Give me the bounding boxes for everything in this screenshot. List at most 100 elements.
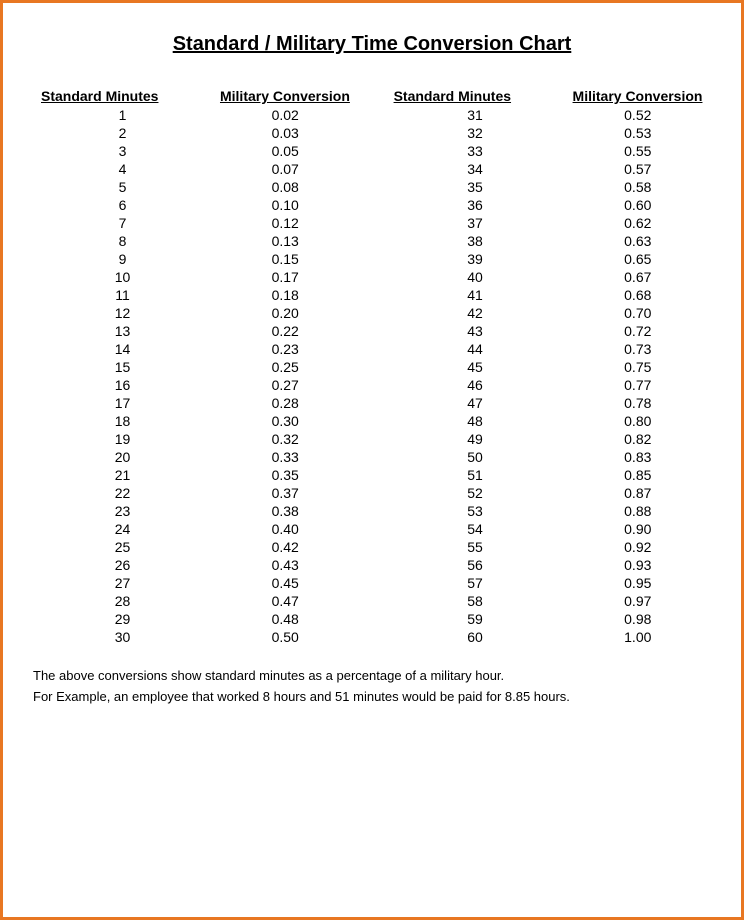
table-row: 520.87 (386, 484, 711, 502)
table-row: 430.72 (386, 322, 711, 340)
minutes-cell: 39 (386, 250, 565, 268)
table-row: 380.63 (386, 232, 711, 250)
table-row: 160.27 (33, 376, 358, 394)
table-container: Standard Minutes Military Conversion 10.… (33, 86, 711, 646)
table-row: 440.73 (386, 340, 711, 358)
minutes-cell: 26 (33, 556, 212, 574)
conversion-cell: 0.73 (565, 340, 711, 358)
minutes-cell: 27 (33, 574, 212, 592)
minutes-cell: 2 (33, 124, 212, 142)
left-col1-header: Standard Minutes (33, 86, 212, 106)
table-row: 490.82 (386, 430, 711, 448)
minutes-cell: 18 (33, 412, 212, 430)
conversion-cell: 0.83 (565, 448, 711, 466)
minutes-cell: 54 (386, 520, 565, 538)
conversion-cell: 0.70 (565, 304, 711, 322)
minutes-cell: 53 (386, 502, 565, 520)
minutes-cell: 23 (33, 502, 212, 520)
conversion-cell: 0.87 (565, 484, 711, 502)
table-row: 230.38 (33, 502, 358, 520)
minutes-cell: 46 (386, 376, 565, 394)
table-row: 480.80 (386, 412, 711, 430)
table-row: 390.65 (386, 250, 711, 268)
right-col1-header: Standard Minutes (386, 86, 565, 106)
minutes-cell: 50 (386, 448, 565, 466)
conversion-cell: 0.42 (212, 538, 358, 556)
footer-line2: For Example, an employee that worked 8 h… (33, 687, 711, 708)
conversion-cell: 0.17 (212, 268, 358, 286)
conversion-cell: 0.35 (212, 466, 358, 484)
minutes-cell: 49 (386, 430, 565, 448)
conversion-cell: 0.92 (565, 538, 711, 556)
conversion-cell: 0.95 (565, 574, 711, 592)
table-row: 350.58 (386, 178, 711, 196)
conversion-cell: 0.37 (212, 484, 358, 502)
minutes-cell: 9 (33, 250, 212, 268)
table-row: 570.95 (386, 574, 711, 592)
footer-line1: The above conversions show standard minu… (33, 666, 711, 687)
left-conversion-table: Standard Minutes Military Conversion 10.… (33, 86, 358, 646)
minutes-cell: 35 (386, 178, 565, 196)
table-row: 70.12 (33, 214, 358, 232)
conversion-cell: 0.40 (212, 520, 358, 538)
conversion-cell: 0.47 (212, 592, 358, 610)
minutes-cell: 1 (33, 106, 212, 124)
minutes-cell: 21 (33, 466, 212, 484)
table-row: 120.20 (33, 304, 358, 322)
conversion-cell: 0.85 (565, 466, 711, 484)
minutes-cell: 24 (33, 520, 212, 538)
minutes-cell: 20 (33, 448, 212, 466)
table-row: 40.07 (33, 160, 358, 178)
table-row: 500.83 (386, 448, 711, 466)
table-row: 210.35 (33, 466, 358, 484)
table-row: 450.75 (386, 358, 711, 376)
footer-text: The above conversions show standard minu… (33, 666, 711, 708)
table-row: 150.25 (33, 358, 358, 376)
conversion-cell: 0.28 (212, 394, 358, 412)
minutes-cell: 28 (33, 592, 212, 610)
minutes-cell: 15 (33, 358, 212, 376)
minutes-cell: 30 (33, 628, 212, 646)
minutes-cell: 11 (33, 286, 212, 304)
conversion-cell: 1.00 (565, 628, 711, 646)
table-row: 90.15 (33, 250, 358, 268)
conversion-cell: 0.27 (212, 376, 358, 394)
minutes-cell: 42 (386, 304, 565, 322)
conversion-cell: 0.63 (565, 232, 711, 250)
conversion-cell: 0.48 (212, 610, 358, 628)
left-col2-header: Military Conversion (212, 86, 358, 106)
table-row: 190.32 (33, 430, 358, 448)
minutes-cell: 5 (33, 178, 212, 196)
table-row: 60.10 (33, 196, 358, 214)
right-col2-header: Military Conversion (565, 86, 711, 106)
conversion-cell: 0.72 (565, 322, 711, 340)
table-row: 580.97 (386, 592, 711, 610)
minutes-cell: 47 (386, 394, 565, 412)
table-row: 530.88 (386, 502, 711, 520)
conversion-cell: 0.15 (212, 250, 358, 268)
minutes-cell: 36 (386, 196, 565, 214)
table-row: 310.52 (386, 106, 711, 124)
table-row: 180.30 (33, 412, 358, 430)
minutes-cell: 33 (386, 142, 565, 160)
minutes-cell: 60 (386, 628, 565, 646)
minutes-cell: 43 (386, 322, 565, 340)
conversion-cell: 0.33 (212, 448, 358, 466)
minutes-cell: 51 (386, 466, 565, 484)
table-row: 460.77 (386, 376, 711, 394)
conversion-cell: 0.80 (565, 412, 711, 430)
conversion-cell: 0.57 (565, 160, 711, 178)
table-row: 400.67 (386, 268, 711, 286)
conversion-cell: 0.82 (565, 430, 711, 448)
table-row: 100.17 (33, 268, 358, 286)
minutes-cell: 16 (33, 376, 212, 394)
table-row: 10.02 (33, 106, 358, 124)
conversion-cell: 0.20 (212, 304, 358, 322)
left-table: Standard Minutes Military Conversion 10.… (33, 86, 358, 646)
minutes-cell: 32 (386, 124, 565, 142)
table-row: 50.08 (33, 178, 358, 196)
minutes-cell: 40 (386, 268, 565, 286)
minutes-cell: 29 (33, 610, 212, 628)
conversion-cell: 0.60 (565, 196, 711, 214)
minutes-cell: 38 (386, 232, 565, 250)
